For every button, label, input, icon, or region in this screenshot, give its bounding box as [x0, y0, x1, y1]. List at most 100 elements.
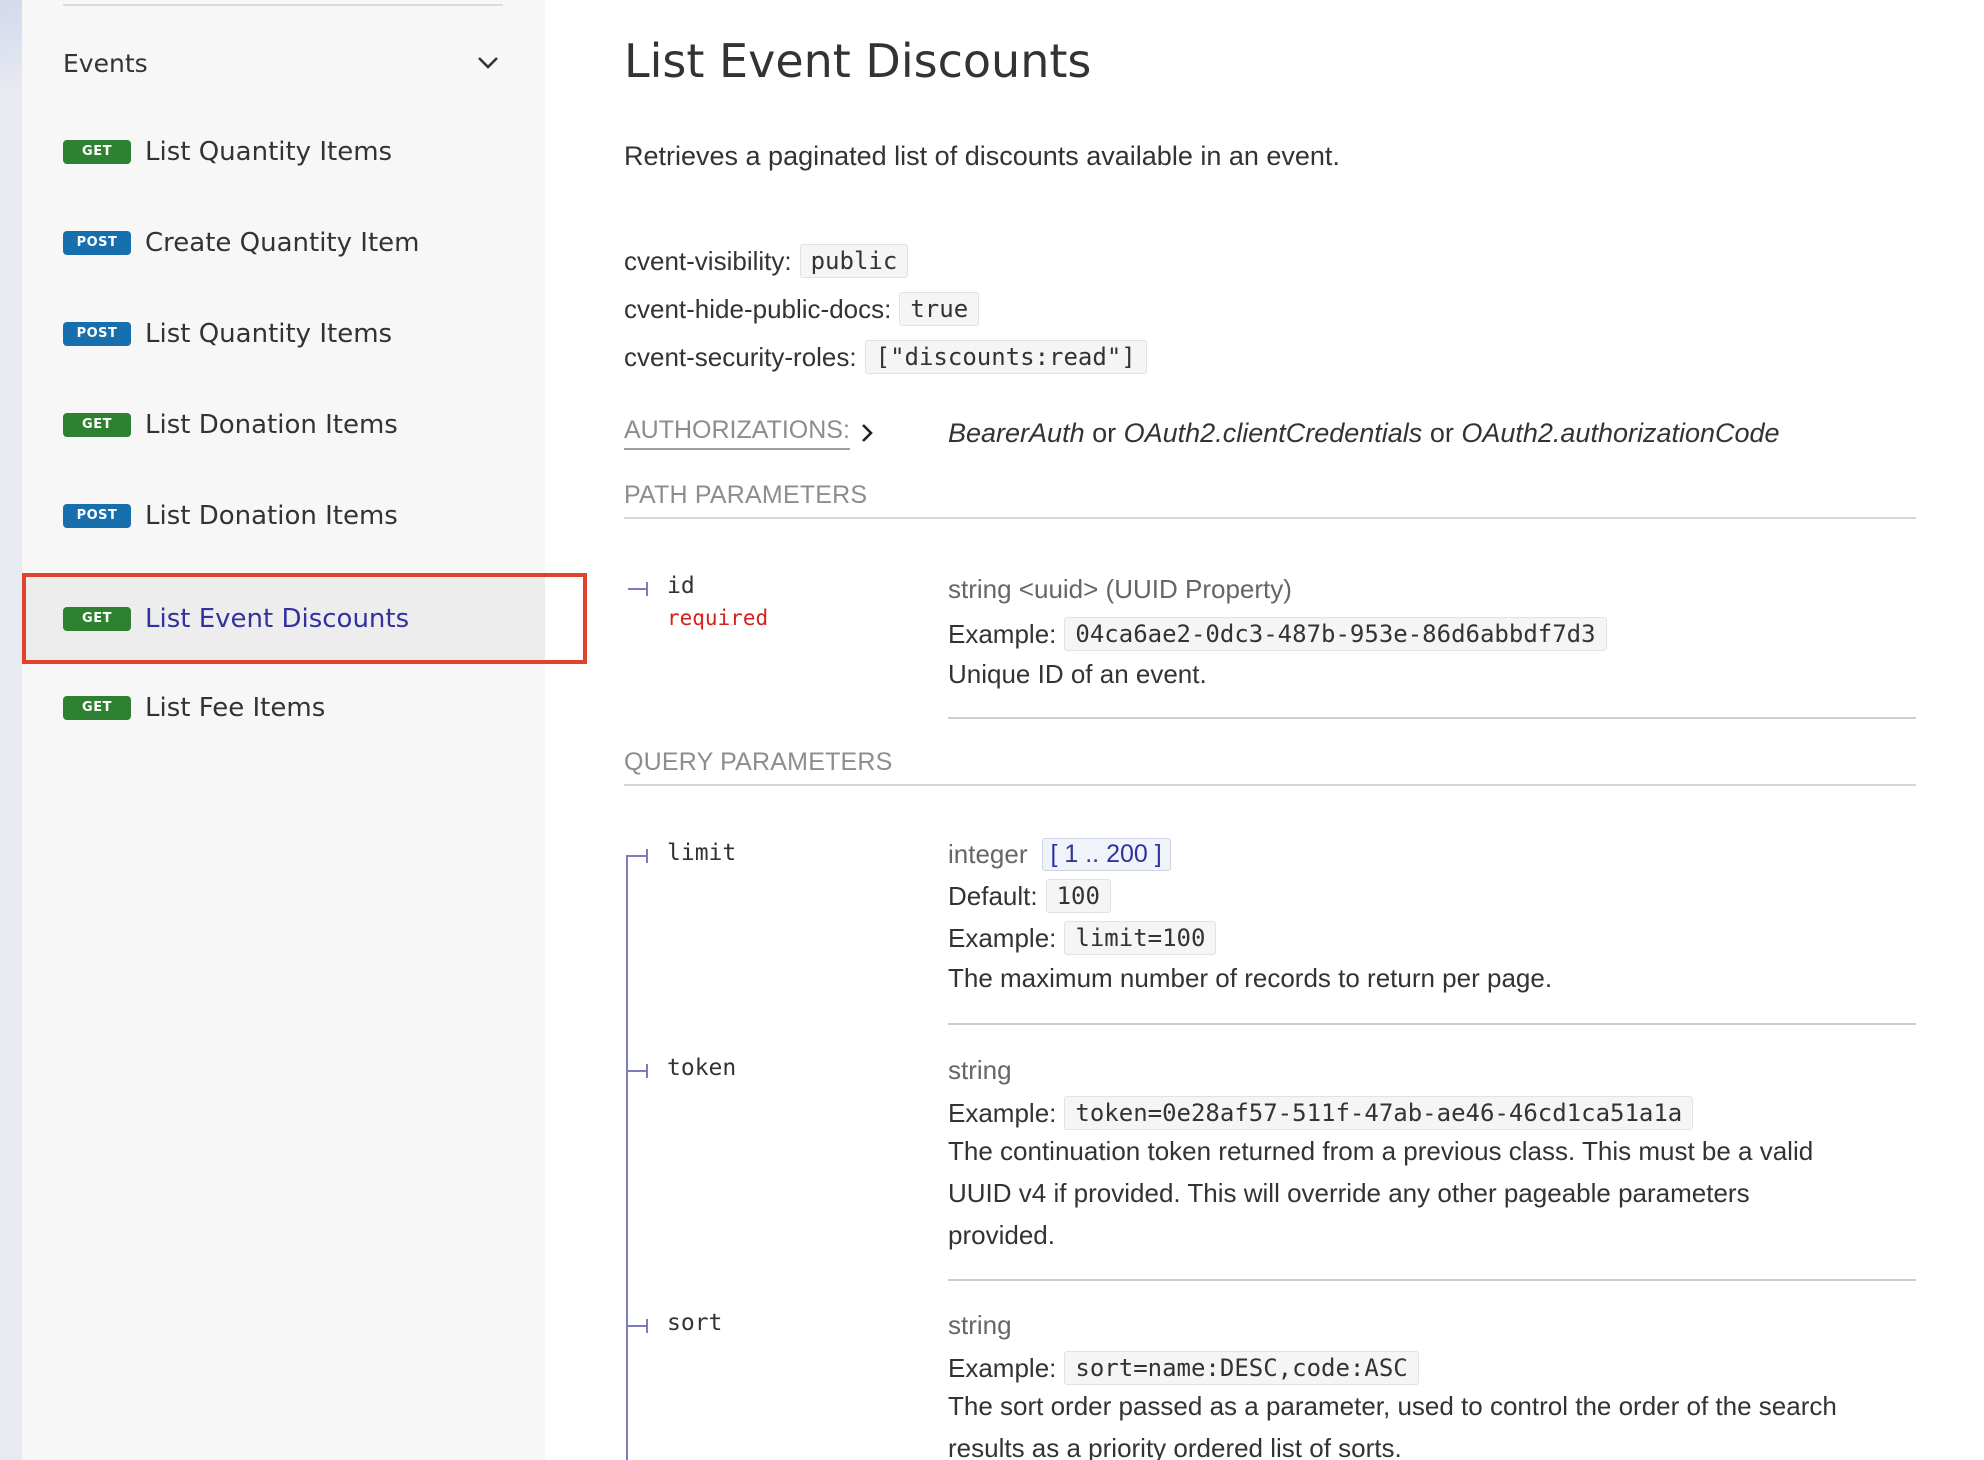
example-value: token=0e28af57-511f-47ab-ae46-46cd1ca51a… [1064, 1096, 1694, 1130]
auth-separator: or [1092, 417, 1117, 448]
param-name-token: token [667, 1055, 737, 1081]
query-parameters-title: QUERY PARAMETERS [624, 748, 893, 776]
page-title: List Event Discounts [624, 34, 1092, 88]
tree-branch-icon [628, 1319, 648, 1333]
sidebar: Events GET List Quantity Items POST Crea… [22, 0, 545, 1460]
param-type: string <uuid> (UUID Property) [948, 574, 1292, 604]
authorization-schemes: BearerAuth or OAuth2.clientCredentials o… [948, 418, 1780, 449]
param-example-row: Example: sort=name:DESC,code:ASC [948, 1351, 1916, 1385]
sidebar-item-list-quantity-items-post[interactable]: POST List Quantity Items [22, 298, 545, 370]
example-label: Example: [948, 618, 1057, 649]
param-type: string [948, 1055, 1012, 1085]
default-label: Default: [948, 880, 1038, 911]
sidebar-group-label: Events [63, 48, 148, 78]
operation-description: Retrieves a paginated list of discounts … [624, 141, 1340, 171]
sidebar-item-list-donation-items-post[interactable]: POST List Donation Items [22, 480, 545, 552]
sidebar-item-label: List Donation Items [145, 410, 398, 440]
param-description: The sort order passed as a parameter, us… [948, 1385, 1916, 1460]
auth-separator: or [1429, 417, 1454, 448]
sidebar-item-label: List Donation Items [145, 501, 398, 531]
sidebar-item-label: List Fee Items [145, 693, 326, 723]
param-divider [948, 717, 1916, 719]
sidebar-item-label: List Quantity Items [145, 319, 393, 349]
sidebar-item-list-donation-items-get[interactable]: GET List Donation Items [22, 389, 545, 461]
authorizations-row: AUTHORIZATIONS: BearerAuth or OAuth2.cli… [624, 410, 1924, 456]
param-description: The maximum number of records to return … [948, 963, 1553, 993]
extension-visibility: cvent-visibility: public [624, 244, 909, 278]
example-value: limit=100 [1064, 921, 1217, 955]
param-type: string [948, 1310, 1012, 1340]
param-default-row: Default: 100 [948, 879, 1916, 913]
example-value: sort=name:DESC,code:ASC [1064, 1351, 1419, 1385]
section-divider [624, 784, 1916, 786]
sidebar-group-events[interactable]: Events [63, 40, 503, 86]
tree-branch-icon [628, 582, 648, 596]
param-divider [948, 1279, 1916, 1281]
section-divider [624, 517, 1916, 519]
auth-scheme-authorization-code: OAuth2.authorizationCode [1461, 417, 1780, 448]
chevron-down-icon[interactable] [473, 48, 503, 78]
method-badge-post: POST [63, 504, 131, 528]
param-details-sort: string Example: sort=name:DESC,code:ASC … [948, 1310, 1916, 1460]
example-value: 04ca6ae2-0dc3-487b-953e-86d6abbdf7d3 [1064, 617, 1607, 651]
param-description-line: UUID v4 if provided. This will override … [948, 1178, 1750, 1208]
sidebar-divider [63, 4, 503, 6]
param-details-token: string Example: token=0e28af57-511f-47ab… [948, 1055, 1916, 1256]
param-details-limit: integer [ 1 .. 200 ] Default: 100 Exampl… [948, 838, 1916, 999]
extension-key: cvent-security-roles: [624, 341, 857, 372]
extension-key: cvent-visibility: [624, 245, 792, 276]
param-divider [948, 1023, 1916, 1025]
tree-line [626, 855, 628, 1460]
param-description-line: provided. [948, 1220, 1055, 1250]
auth-scheme-bearer: BearerAuth [948, 417, 1085, 448]
param-type-row: integer [ 1 .. 200 ] [948, 838, 1916, 871]
sidebar-item-label: Create Quantity Item [145, 228, 420, 258]
edge-corner [0, 0, 22, 90]
example-label: Example: [948, 922, 1057, 953]
method-badge-post: POST [63, 231, 131, 255]
sidebar-item-list-event-discounts[interactable]: GET List Event Discounts [22, 576, 545, 661]
sidebar-item-list-quantity-items-get[interactable]: GET List Quantity Items [22, 116, 545, 188]
sidebar-item-create-quantity-item[interactable]: POST Create Quantity Item [22, 207, 545, 279]
method-badge-get: GET [63, 140, 131, 164]
auth-scheme-client-credentials: OAuth2.clientCredentials [1123, 417, 1423, 448]
extension-hide-public-docs: cvent-hide-public-docs: true [624, 292, 980, 326]
param-name-limit: limit [667, 840, 737, 866]
param-example-row: Example: limit=100 [948, 921, 1916, 955]
authorizations-label: AUTHORIZATIONS: [624, 416, 850, 444]
authorizations-toggle[interactable]: AUTHORIZATIONS: [624, 416, 850, 450]
param-description-line: The continuation token returned from a p… [948, 1136, 1814, 1166]
extension-value: true [899, 292, 980, 326]
extension-key: cvent-hide-public-docs: [624, 293, 892, 324]
path-parameters-title: PATH PARAMETERS [624, 481, 868, 509]
param-description: Unique ID of an event. [948, 659, 1207, 689]
example-label: Example: [948, 1097, 1057, 1128]
method-badge-get: GET [63, 413, 131, 437]
method-badge-get: GET [63, 606, 131, 631]
param-description: The continuation token returned from a p… [948, 1130, 1916, 1256]
param-range: [ 1 .. 200 ] [1041, 838, 1171, 871]
sidebar-item-label: List Event Discounts [145, 603, 410, 634]
example-label: Example: [948, 1352, 1057, 1383]
default-value: 100 [1045, 879, 1111, 913]
extension-value: public [799, 244, 909, 278]
sidebar-item-label: List Quantity Items [145, 137, 393, 167]
extension-value: ["discounts:read"] [864, 340, 1147, 374]
tree-branch-icon [628, 1064, 648, 1078]
sidebar-item-list-fee-items[interactable]: GET List Fee Items [22, 672, 545, 744]
param-name-sort: sort [667, 1310, 723, 1336]
tree-branch-icon [628, 849, 648, 863]
required-badge: required [667, 606, 769, 630]
param-description-line: The sort order passed as a parameter, us… [948, 1391, 1837, 1421]
window-edge-strip [0, 0, 22, 1460]
param-name-id: id [667, 573, 695, 599]
param-type: integer [948, 839, 1028, 869]
param-details-id: string <uuid> (UUID Property) Example: 0… [948, 574, 1916, 695]
chevron-right-icon[interactable] [860, 421, 880, 445]
method-badge-post: POST [63, 322, 131, 346]
extension-security-roles: cvent-security-roles: ["discounts:read"] [624, 340, 1147, 374]
param-example-row: Example: 04ca6ae2-0dc3-487b-953e-86d6abb… [948, 617, 1916, 651]
param-example-row: Example: token=0e28af57-511f-47ab-ae46-4… [948, 1096, 1916, 1130]
param-description-line: results as a priority ordered list of so… [948, 1433, 1402, 1460]
method-badge-get: GET [63, 696, 131, 720]
